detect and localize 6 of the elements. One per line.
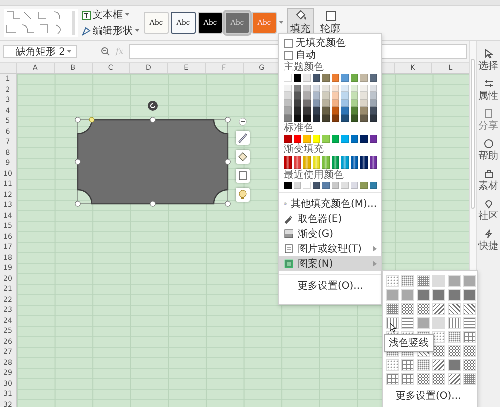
tooltip: 浅色竖线 xyxy=(384,334,434,352)
section-label: 主题颜色 xyxy=(283,62,325,74)
fx-label: fx xyxy=(116,47,124,56)
section-label: 最近使用颜色 xyxy=(283,170,345,182)
section-label: 标准色 xyxy=(283,123,315,135)
section-label: 渐变填充 xyxy=(283,144,325,156)
